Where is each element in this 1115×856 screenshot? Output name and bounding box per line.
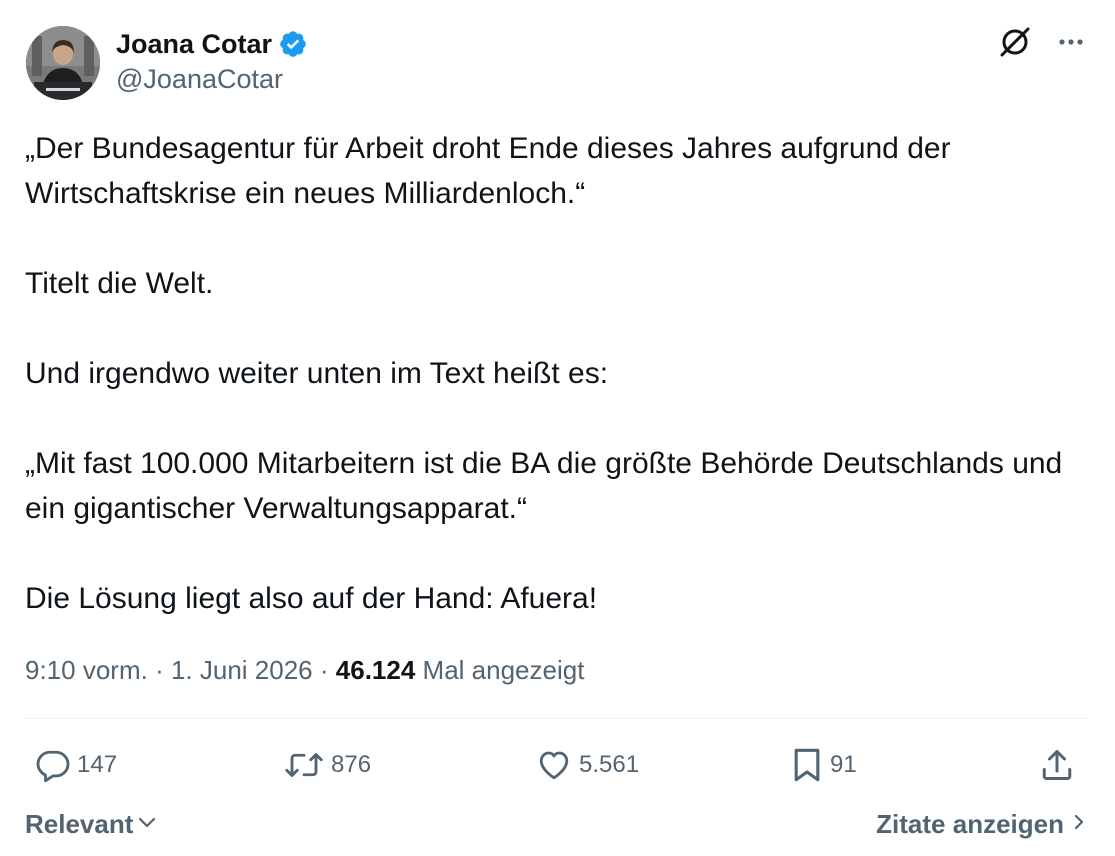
reply-button[interactable]: 147	[35, 738, 117, 792]
verified-badge-icon[interactable]	[278, 29, 308, 59]
avatar[interactable]	[26, 26, 100, 100]
tweet-paragraph: Und irgendwo weiter unten im Text heißt …	[25, 357, 609, 390]
views-label: Mal angezeigt	[422, 655, 585, 685]
tweet-text: „Der Bundesagentur für Arbeit droht Ende…	[25, 126, 1085, 621]
views-count[interactable]: 46.124	[336, 655, 416, 685]
author-display-name[interactable]: Joana Cotar	[116, 27, 272, 61]
more-icon[interactable]	[1053, 24, 1089, 60]
grok-icon[interactable]	[997, 24, 1033, 60]
repost-count: 876	[331, 751, 372, 778]
author-info: Joana Cotar @JoanaCotar	[116, 27, 308, 97]
like-button[interactable]: 5.561	[535, 738, 639, 792]
chevron-down-icon	[136, 804, 158, 844]
like-count: 5.561	[579, 751, 640, 778]
tweet-date[interactable]: 1. Juni 2026	[171, 655, 313, 685]
avatar-image	[26, 26, 100, 100]
reply-count: 147	[77, 751, 118, 778]
bookmark-icon	[790, 746, 824, 784]
sort-label: Relevant	[25, 809, 134, 839]
share-button[interactable]	[1039, 738, 1075, 792]
share-icon	[1039, 747, 1075, 783]
action-bar: 147 876 5.561 91	[25, 738, 1088, 792]
reply-icon	[35, 747, 71, 783]
divider	[25, 718, 1088, 719]
heart-icon	[535, 747, 573, 783]
bookmark-count: 91	[830, 751, 857, 778]
tweet-meta: 9:10 vorm. · 1. Juni 2026 · 46.124 Mal a…	[25, 650, 584, 690]
sort-dropdown[interactable]: Relevant	[25, 804, 158, 844]
quotes-label: Zitate anzeigen	[876, 809, 1064, 839]
tweet-card: Joana Cotar @JoanaCotar „Der Bundesagent…	[0, 0, 1115, 856]
tweet-paragraph: Die Lösung liegt also auf der Hand: Afue…	[25, 582, 598, 615]
repost-button[interactable]: 876	[283, 738, 371, 792]
author-handle[interactable]: @JoanaCotar	[116, 61, 308, 97]
tweet-paragraph: „Der Bundesagentur für Arbeit droht Ende…	[25, 132, 951, 210]
footer-row: Relevant Zitate anzeigen	[25, 804, 1088, 844]
meta-separator: ·	[155, 655, 164, 685]
tweet-paragraph: Titelt die Welt.	[25, 267, 214, 300]
view-quotes-link[interactable]: Zitate anzeigen	[876, 804, 1088, 844]
top-actions	[997, 24, 1089, 60]
tweet-time[interactable]: 9:10 vorm.	[25, 655, 148, 685]
chevron-right-icon	[1070, 804, 1088, 844]
repost-icon	[283, 747, 325, 783]
name-row: Joana Cotar	[116, 27, 308, 61]
bookmark-button[interactable]: 91	[790, 738, 857, 792]
tweet-paragraph: „Mit fast 100.000 Mitarbeitern ist die B…	[25, 447, 1063, 525]
meta-separator: ·	[319, 655, 329, 685]
